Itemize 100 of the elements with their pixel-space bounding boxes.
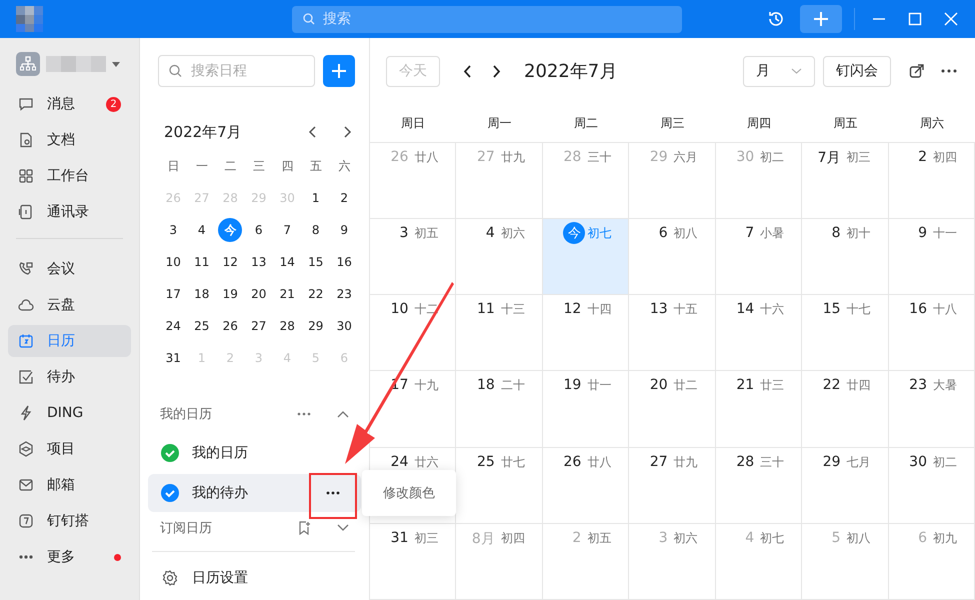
day-number[interactable]: 15 (308, 255, 324, 269)
day-cell[interactable]: 6 初九 (888, 524, 975, 600)
org-avatar-icon[interactable] (16, 52, 40, 76)
day-number[interactable]: 31 (166, 351, 181, 365)
day-number[interactable]: 30 (336, 319, 352, 333)
day-cell[interactable]: 13 十五 (629, 295, 716, 372)
day-cell[interactable]: 2 初四 (888, 143, 975, 220)
day-number[interactable]: 4 (198, 223, 206, 237)
checkbox-icon[interactable] (161, 484, 179, 502)
day-number[interactable]: 14 (280, 255, 295, 269)
day-cell[interactable]: 16 十八 (888, 295, 975, 372)
day-number[interactable]: 29 (308, 319, 324, 333)
sidebar-item[interactable]: 通讯录 (8, 196, 131, 228)
day-number[interactable]: 3 (169, 223, 178, 237)
day-cell[interactable]: 23 大暑 (888, 371, 975, 448)
day-cell[interactable]: 27 廿九 (456, 143, 543, 220)
day-number[interactable]: 23 (336, 287, 352, 301)
day-number[interactable]: 18 (194, 287, 210, 301)
day-cell[interactable]: 22 廿四 (802, 371, 889, 448)
search-field[interactable]: 搜索 (292, 6, 682, 32)
sidebar-item[interactable]: 项目 (8, 433, 131, 465)
day-cell[interactable]: 8月 初四 (456, 524, 543, 600)
day-number[interactable]: 19 (222, 287, 238, 301)
day-cell[interactable]: 3 初六 (629, 524, 716, 600)
day-cell[interactable]: 11 十三 (456, 295, 543, 372)
calendar-item[interactable]: 我的日历 (148, 434, 256, 472)
sidebar-item[interactable]: 文档 (8, 124, 131, 156)
day-number[interactable]: 11 (194, 255, 210, 269)
sidebar-item[interactable]: 邮箱 (8, 469, 131, 501)
day-cell[interactable]: 26 廿八 (370, 143, 456, 220)
day-cell[interactable]: 5 初八 (802, 524, 889, 600)
bookmark-add-icon[interactable] (299, 521, 311, 535)
day-number[interactable]: 16 (336, 255, 352, 269)
day-number[interactable]: 12 (222, 255, 238, 269)
day-cell[interactable]: 29 六月 (629, 143, 716, 220)
more-icon[interactable] (941, 69, 957, 73)
day-cell[interactable]: 6 初八 (629, 219, 716, 296)
phone-icon (18, 261, 34, 277)
today-cell[interactable]: 今 初七 (542, 219, 630, 296)
meeting-button[interactable]: 钉闪会 (823, 56, 891, 86)
sidebar-item[interactable]: 云盘 (8, 289, 131, 321)
day-cell[interactable]: 30 初二 (716, 143, 802, 220)
day-cell[interactable]: 29 七月 (802, 448, 889, 524)
sidebar-item[interactable]: 工作台 (8, 160, 131, 192)
day-cell[interactable]: 14 十六 (716, 295, 802, 372)
sidebar-item[interactable]: 待办 (8, 361, 131, 393)
menu-item[interactable]: 修改颜色 (383, 484, 435, 502)
day-number: 29 (822, 454, 841, 470)
collapse-icon[interactable] (337, 410, 349, 418)
day-cell[interactable]: 27 廿九 (629, 448, 716, 524)
day-cell[interactable]: 9 十一 (888, 219, 975, 296)
sidebar-item[interactable]: 更多 (8, 541, 131, 573)
day-number[interactable]: 今 (218, 218, 242, 242)
day-cell[interactable]: 20 廿二 (629, 371, 716, 448)
day-cell[interactable]: 19 廿一 (542, 371, 630, 448)
day-number[interactable]: 22 (308, 287, 324, 301)
day-number[interactable]: 26 (222, 319, 238, 333)
day-cell[interactable]: 7 小暑 (716, 219, 802, 296)
day-cell[interactable]: 26 廿八 (542, 448, 630, 524)
checkbox-icon[interactable] (161, 444, 179, 462)
day-number[interactable]: 21 (280, 287, 295, 301)
day-number[interactable]: 17 (166, 287, 181, 301)
day-number[interactable]: 28 (280, 319, 295, 333)
search-field[interactable]: 搜索日程 (158, 55, 315, 87)
day-cell[interactable]: 30 初二 (888, 448, 975, 524)
day-number[interactable]: 2 (340, 191, 348, 205)
add-event-button[interactable] (323, 55, 355, 87)
day-cell[interactable]: 8 初十 (802, 219, 889, 296)
day-cell[interactable]: 31 初三 (370, 524, 456, 600)
sidebar-item[interactable]: 消息 2 (8, 88, 131, 120)
sidebar-item[interactable]: DING (8, 397, 131, 429)
day-cell[interactable]: 28 三十 (716, 448, 802, 524)
day-number[interactable]: 20 (251, 287, 266, 301)
day-number[interactable]: 7 (283, 223, 292, 237)
day-number[interactable]: 13 (251, 255, 266, 269)
day-number[interactable]: 10 (166, 255, 181, 269)
day-number[interactable]: 6 (254, 223, 263, 237)
day-cell[interactable]: 15 十七 (802, 295, 889, 372)
view-dropdown[interactable]: 月 (743, 56, 815, 86)
day-cell[interactable]: 4 初七 (716, 524, 802, 600)
day-number[interactable]: 1 (312, 191, 320, 205)
expand-icon[interactable] (337, 524, 349, 532)
share-icon[interactable] (909, 63, 925, 79)
dropdown-caret-icon[interactable] (112, 62, 120, 66)
sidebar-item[interactable]: 钉钉搭 (8, 505, 131, 537)
day-cell[interactable]: 7月 初三 (802, 143, 889, 220)
day-cell[interactable]: 18 二十 (456, 371, 543, 448)
day-number[interactable]: 8 (312, 223, 320, 237)
day-cell[interactable]: 2 初五 (542, 524, 630, 600)
more-icon[interactable] (297, 412, 311, 416)
day-number[interactable]: 27 (251, 319, 266, 333)
settings-item[interactable]: 日历设置 (148, 562, 369, 594)
day-number[interactable]: 9 (340, 223, 348, 237)
day-cell[interactable]: 21 廿三 (716, 371, 802, 448)
calendar-item[interactable]: 我的待办 (148, 474, 361, 512)
add-button[interactable] (800, 5, 842, 33)
sidebar-item[interactable]: 会议 (8, 253, 131, 285)
day-number[interactable]: 24 (166, 319, 181, 333)
day-cell[interactable]: 12 十四 (542, 295, 630, 372)
day-number[interactable]: 25 (194, 319, 210, 333)
